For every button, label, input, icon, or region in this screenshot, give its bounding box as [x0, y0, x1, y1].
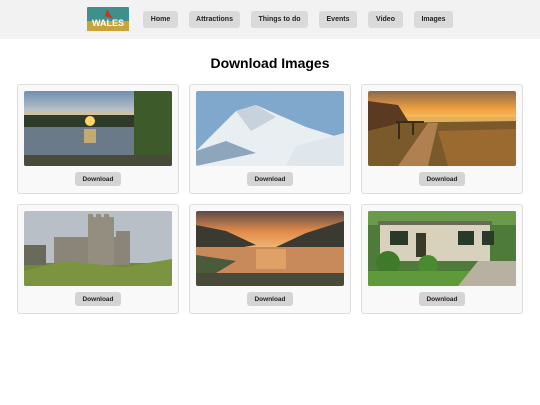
top-navigation-bar: WALES Home Attractions Things to do Even…	[0, 0, 540, 39]
download-button[interactable]: Download	[75, 292, 121, 306]
image-card: Download	[189, 84, 351, 194]
logo-text: WALES	[92, 18, 124, 28]
nav-attractions[interactable]: Attractions	[189, 11, 240, 28]
nav-video[interactable]: Video	[368, 11, 403, 28]
image-card: Download	[17, 84, 179, 194]
image-card: Download	[361, 84, 523, 194]
nav-home[interactable]: Home	[143, 11, 178, 28]
cottage-photo	[368, 211, 516, 286]
page-title: Download Images	[210, 55, 330, 71]
image-card: Download	[361, 204, 523, 314]
wales-logo[interactable]: WALES	[87, 7, 129, 31]
download-button[interactable]: Download	[419, 172, 465, 186]
download-button[interactable]: Download	[75, 172, 121, 186]
snowy-mountain-photo	[196, 91, 344, 166]
nav-images[interactable]: Images	[414, 11, 453, 28]
download-button[interactable]: Download	[419, 292, 465, 306]
valley-lake-sunset-photo	[196, 211, 344, 286]
lake-sunset-photo	[24, 91, 172, 166]
image-card: Download	[189, 204, 351, 314]
castle-photo	[24, 211, 172, 286]
download-button[interactable]: Download	[247, 172, 293, 186]
nav-things-to-do[interactable]: Things to do	[251, 11, 308, 28]
download-button[interactable]: Download	[247, 292, 293, 306]
image-card: Download	[17, 204, 179, 314]
nav-events[interactable]: Events	[319, 11, 357, 28]
coastal-path-sunset-photo	[368, 91, 516, 166]
